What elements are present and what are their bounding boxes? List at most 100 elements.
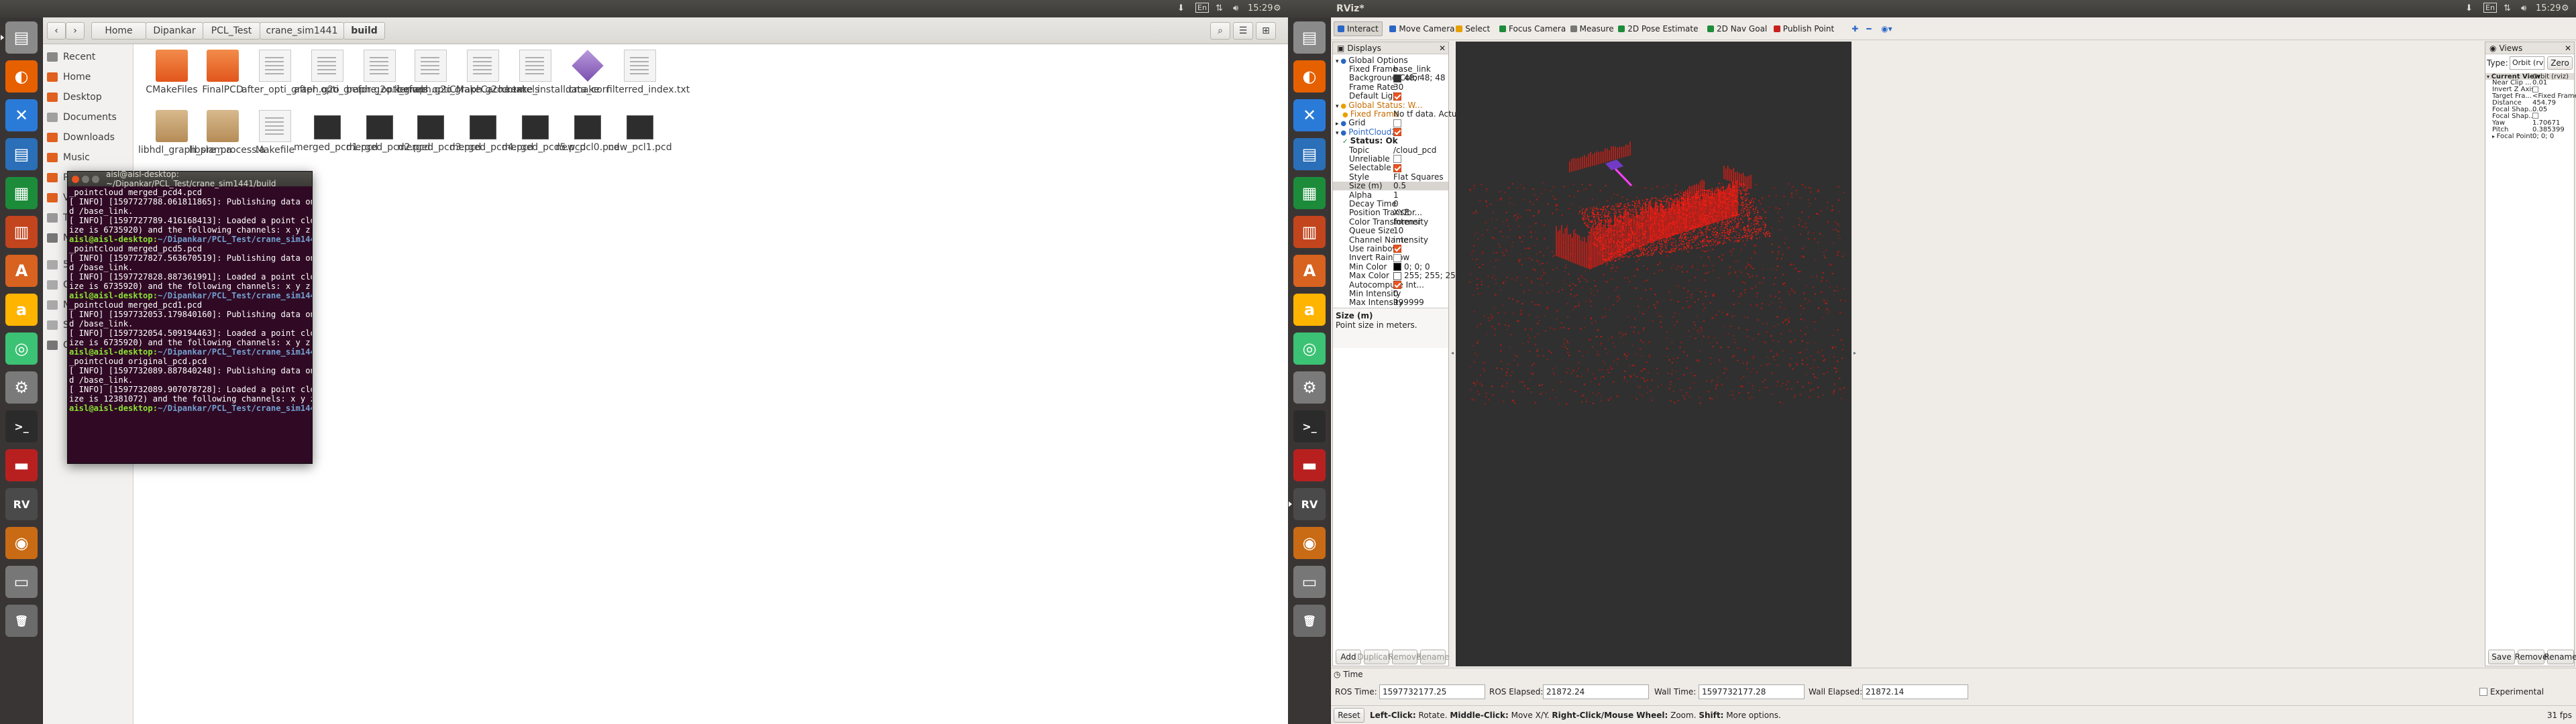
sidebar-item-desktop[interactable]: Desktop [47,88,102,106]
launcher-software[interactable]: A [5,255,38,287]
network-icon[interactable]: ⇅ [1216,3,1223,13]
close-icon[interactable]: ✕ [2565,44,2571,53]
color-swatch[interactable] [1393,263,1401,272]
launcher-drive[interactable]: ▭ [1293,566,1326,598]
minimize-icon[interactable] [82,175,89,183]
file-item[interactable]: new_pcl1.pcd [606,110,674,153]
close-icon[interactable]: ✕ [1439,44,1446,53]
breadcrumb-crane_sim1441[interactable]: crane_sim1441 [260,22,344,40]
property-row[interactable]: Max Color 255; 255; 255 [1333,271,1460,280]
property-value[interactable]: 999999 [1393,298,1424,307]
launcher-photos[interactable]: ◉ [1293,527,1326,559]
property-row[interactable]: ▾ ● Global Status: W... [1333,101,1448,110]
property-row[interactable]: Invert Rainbow [1333,253,1448,262]
tool-measure[interactable]: Measure [1567,21,1617,36]
property-value[interactable]: 30 [1393,82,1403,92]
sidebar-item-home[interactable]: Home [47,68,91,86]
launcher-settings[interactable]: ⚙ [5,371,38,404]
terminal-titlebar[interactable]: aisl@aisl-desktop: ~/Dipankar/PCL_Test/c… [68,170,312,188]
property-row[interactable]: Min Color 0; 0; 0 [1333,262,1448,272]
launcher-writer[interactable]: ▤ [5,138,38,170]
property-value[interactable]: intensity [1393,235,1428,245]
checkbox[interactable] [2532,113,2538,119]
tool-move-camera[interactable]: Move Camera [1386,21,1458,36]
launcher-atom[interactable]: ◎ [5,333,38,365]
property-value[interactable]: 10 [1393,226,1403,235]
property-value[interactable]: 1 [1393,190,1399,200]
clock[interactable]: 15:29 [2536,3,2561,13]
breadcrumb-home[interactable]: Home [91,22,146,40]
network-icon[interactable]: ⇅ [2504,3,2511,13]
launcher-files[interactable]: ▤ [1,21,38,54]
property-value[interactable]: XYZ [1393,208,1409,217]
launcher-amazon[interactable]: a [1293,294,1326,326]
checkbox[interactable] [1393,281,1401,289]
sidebar-item-downloads[interactable]: Downloads [47,129,115,146]
duplicate-button[interactable]: Duplicate [1357,650,1396,664]
launcher-system-monitor[interactable]: ▬ [1293,449,1326,481]
checkbox[interactable] [1393,92,1401,101]
color-swatch[interactable] [1393,74,1401,82]
ros-time-field[interactable]: 1597732177.25 [1379,684,1485,699]
view-property-value[interactable]: 0; 0; 0 [2532,133,2554,140]
back-button[interactable]: ‹ [47,22,66,40]
power-icon[interactable]: ⚙ [2561,3,2569,13]
property-row[interactable]: Unreliable [1333,154,1448,164]
add-tool-button[interactable]: ✚ [1848,21,1862,36]
property-row[interactable]: Use rainbow [1333,244,1448,253]
launcher-firefox[interactable]: ◐ [5,60,38,93]
launcher-vs-code[interactable]: ✕ [1293,99,1326,131]
property-value[interactable] [1393,163,1401,172]
sidebar-item-documents[interactable]: Documents [47,109,117,126]
launcher-settings[interactable]: ⚙ [1293,371,1326,404]
launcher-photos[interactable]: ◉ [5,527,38,559]
launcher-calc[interactable]: ▦ [5,177,38,209]
launcher-rviz[interactable]: RV [1289,488,1326,520]
keyboard-layout-icon[interactable]: En [2483,3,2497,13]
property-row[interactable]: Max Intensity 999999 [1333,298,1448,307]
search-button[interactable]: ⌕ [1210,22,1230,40]
property-row[interactable]: Autocompute Int... [1333,280,1448,290]
property-value[interactable]: 0; 0; 0 [1393,262,1430,272]
experimental-checkbox[interactable] [2479,688,2487,696]
property-row[interactable]: ▾ ● PointCloud2 [1333,127,1448,137]
point-cloud-render[interactable] [1456,42,1851,666]
view-property-row[interactable]: ▸ Focal Point 0; 0; 0 [2485,133,2574,140]
right-splitter[interactable]: ▸ [1853,42,1858,666]
view-remove-button[interactable]: Remove [2515,650,2547,664]
breadcrumb-pcl_test[interactable]: PCL_Test [203,22,260,40]
clock[interactable]: 15:29 [1248,3,1273,13]
property-row[interactable]: ● Fixed Frame No tf data. Actual erro... [1333,109,1490,119]
view-rename-button[interactable]: Rename [2544,650,2576,664]
sidebar-item-music[interactable]: Music [47,149,90,166]
launcher-atom[interactable]: ◎ [1293,333,1326,365]
property-row[interactable]: ▾ ● Global Options [1333,56,1448,65]
property-row[interactable]: Fixed Frame base_link [1333,64,1448,74]
view-grid-button[interactable]: ⊞ [1256,22,1276,40]
file-item[interactable]: filterred_index.txt [606,50,690,95]
property-row[interactable]: Min Intensity 0 [1333,289,1448,298]
power-icon[interactable]: ⚙ [1273,3,1281,13]
property-row[interactable]: Decay Time 0 [1333,199,1448,208]
reset-button[interactable]: Reset [1334,708,1364,723]
zero-button[interactable]: Zero [2547,56,2573,70]
checkbox[interactable] [1393,164,1401,172]
launcher-calc[interactable]: ▦ [1293,177,1326,209]
tool-2d-pose-estimate[interactable]: 2D Pose Estimate [1615,21,1701,36]
view-list-button[interactable]: ☰ [1233,22,1253,40]
launcher-writer[interactable]: ▤ [1293,138,1326,170]
property-row[interactable]: Frame Rate 30 [1333,82,1448,92]
property-value[interactable]: Intensity [1393,217,1428,227]
property-row[interactable]: ✓ Status: Ok [1333,136,1448,145]
launcher-impress[interactable]: ▥ [1293,216,1326,248]
volume-icon[interactable]: 🔊︎ [2521,3,2526,13]
launcher-amazon[interactable]: a [5,294,38,326]
launcher-vs-code[interactable]: ✕ [5,99,38,131]
launcher-trash[interactable]: 🗑︎ [1293,605,1326,637]
property-value[interactable]: 48; 48; 48 [1393,73,1446,82]
property-value[interactable] [1393,244,1401,253]
left-splitter[interactable]: ◂ [1450,42,1456,666]
checkbox[interactable] [1393,253,1401,262]
forward-button[interactable]: › [66,22,85,40]
terminal-window[interactable]: aisl@aisl-desktop: ~/Dipankar/PCL_Test/c… [67,170,313,464]
